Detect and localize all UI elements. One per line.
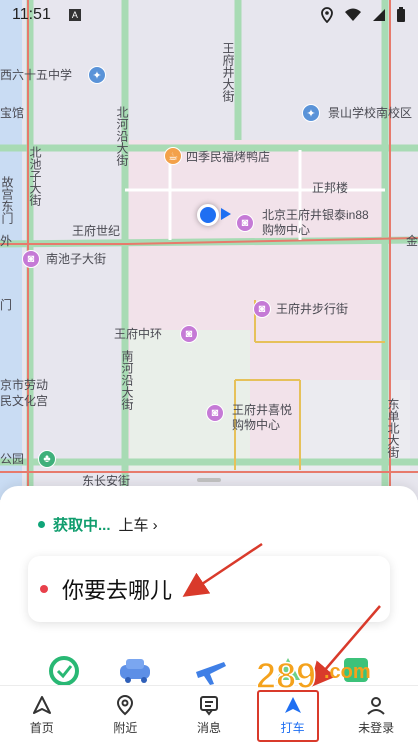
status-time: 11:51 [12, 6, 51, 23]
svg-text:289: 289 [256, 655, 316, 696]
wifi-icon [345, 8, 361, 21]
status-bar: 11:51 A [0, 0, 418, 30]
svg-text:.com: .com [324, 661, 371, 683]
location-status-icon [321, 7, 333, 23]
watermark-logo: 289 .com [255, 654, 371, 697]
battery-icon [397, 7, 405, 22]
annotation-arrows [182, 542, 381, 688]
notification-icon: A [68, 9, 81, 21]
signal-icon [373, 9, 385, 21]
